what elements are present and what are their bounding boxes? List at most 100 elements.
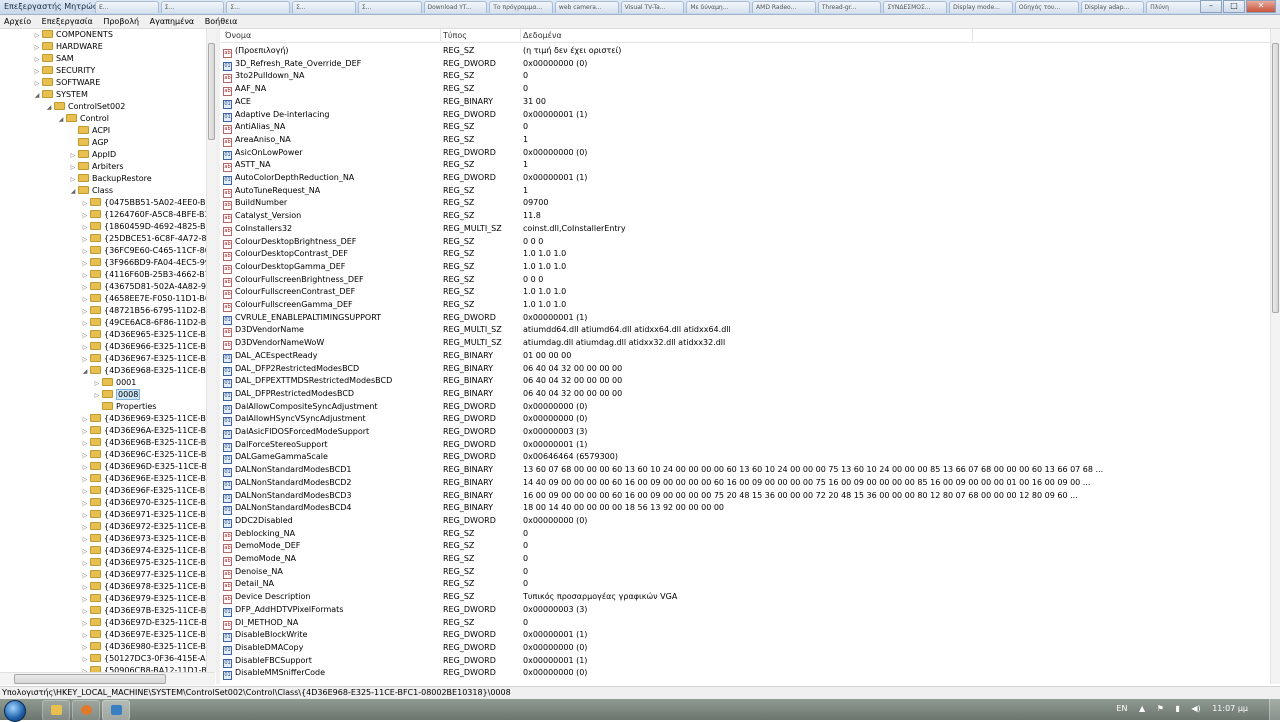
value-row[interactable]: DAL_DFP2RestrictedModesBCD REG_BINARY 06 4… — [221, 363, 1270, 376]
value-row[interactable]: Device Description REG_SZ Τυπικός προσαρμο… — [221, 591, 1270, 605]
tree-horizontal-scrollbar[interactable] — [0, 672, 215, 685]
tree-node[interactable]: ▷{4D36E967-E325-11CE-BFC1- — [80, 353, 206, 365]
column-header-name[interactable]: Όνομα — [225, 31, 251, 40]
tree-hscroll-thumb[interactable] — [14, 674, 166, 684]
tree-node[interactable]: ▷{4D36E978-E325-11CE-BFC1- — [80, 581, 206, 593]
value-row[interactable]: AreaAniso_NA REG_SZ 1 — [221, 134, 1270, 147]
tree-node[interactable]: ▷ HARDWARE — [32, 41, 103, 53]
value-row[interactable]: Detail_NA REG_SZ 0 — [221, 578, 1270, 592]
network-icon[interactable]: ▮ — [1175, 704, 1179, 713]
value-row[interactable]: ColourDesktopBrightness_DEF REG_SZ 0 0 0 — [221, 236, 1270, 249]
value-row[interactable]: DalAsicFIDOSForcedModeSupport REG_DWORD 0x… — [221, 426, 1270, 439]
browser-tab[interactable]: Thread-gr... — [817, 1, 882, 13]
tree-node[interactable]: ▷{4D36E977-E325-11CE-BFC1- — [80, 569, 206, 581]
tree-node[interactable]: ▷{4D36E971-E325-11CE-BFC1- — [80, 509, 206, 521]
tree-node[interactable]: ◢ SYSTEM — [32, 89, 88, 101]
tree-node[interactable]: ▷{4D36E966-E325-11CE-BFC1- — [80, 341, 206, 353]
value-row[interactable]: DemoMode_NA REG_SZ 0 — [221, 553, 1270, 566]
browser-tab[interactable]: ΣΥΝΔΕΣΜΟΣ... — [883, 1, 948, 13]
tree-vertical-scrollbar[interactable] — [206, 29, 216, 672]
value-row[interactable]: ASTT_NA REG_SZ 1 — [221, 159, 1270, 173]
value-row[interactable]: ColourDesktopContrast_DEF REG_SZ 1.0 1.0 1… — [221, 248, 1270, 262]
browser-tab[interactable]: Με δύναμη... — [686, 1, 751, 13]
tree-node[interactable]: ▷ BackupRestore — [68, 173, 152, 185]
value-row[interactable]: DisableDMACopy REG_DWORD 0x00000000 (0) — [221, 642, 1270, 655]
tree-expander-icon[interactable]: ◢ — [68, 186, 78, 198]
tree-node[interactable]: ▷{36FC9E60-C465-11CF-8056- — [80, 245, 206, 257]
tree-scroll-thumb[interactable] — [208, 43, 215, 140]
flag-icon[interactable]: ⚑ — [1157, 704, 1164, 713]
value-row[interactable]: CoInstallers32 REG_MULTI_SZ coinst.dll,CoI… — [221, 223, 1270, 236]
tree-node[interactable]: ◢ Control — [56, 113, 109, 125]
tree-node[interactable]: ▷{4D36E975-E325-11CE-BFC1- — [80, 557, 206, 569]
tree-node[interactable]: ▷{25DBCE51-6C8F-4A72-8A6D — [80, 233, 206, 245]
tree-expander-icon[interactable]: ◢ — [80, 366, 90, 378]
value-row[interactable]: DalAllowHSyncVSyncAdjustment REG_DWORD 0x0… — [221, 413, 1270, 427]
tree-node[interactable]: ACPI — [68, 125, 110, 137]
value-row[interactable]: DALNonStandardModesBCD3 REG_BINARY 16 00 0… — [221, 490, 1270, 503]
value-row[interactable]: AntiAlias_NA REG_SZ 0 — [221, 121, 1270, 135]
list-scroll-thumb[interactable] — [1272, 43, 1279, 313]
tree-expander-icon[interactable]: ◢ — [44, 102, 54, 114]
value-row[interactable]: Denoise_NA REG_SZ 0 — [221, 566, 1270, 579]
tree-node[interactable]: ▷{4D36E972-E325-11CE-BFC1- — [80, 521, 206, 533]
tree-node[interactable]: ◢ ControlSet002 — [44, 101, 125, 113]
tray-arrow-icon[interactable]: ▲ — [1139, 704, 1145, 713]
value-row[interactable]: D3DVendorNameWoW REG_MULTI_SZ atiumdag.dll… — [221, 337, 1270, 351]
browser-tab[interactable]: Visual TV-Ta... — [620, 1, 685, 13]
column-header-type[interactable]: Τύπος — [443, 31, 467, 40]
tree-node[interactable]: ◢ Class — [68, 185, 113, 197]
value-row[interactable]: DemoMode_DEF REG_SZ 0 — [221, 540, 1270, 554]
menu-help[interactable]: Βοήθεια — [201, 15, 242, 26]
value-row[interactable]: (Προεπιλογή) REG_SZ (η τιμή δεν έχει οριστ… — [221, 45, 1270, 58]
browser-tab[interactable]: Ε... — [95, 1, 159, 13]
value-row[interactable]: DALNonStandardModesBCD1 REG_BINARY 13 60 0… — [221, 464, 1270, 478]
tree-node[interactable]: ▷ SAM — [32, 53, 74, 65]
value-row[interactable]: DAL_DFPEXTTMDSRestrictedModesBCD REG_BINA… — [221, 375, 1270, 389]
volume-icon[interactable]: ◀) — [1191, 704, 1200, 713]
tree-node[interactable]: ▷{4D36E96D-E325-11CE-BFC1- — [80, 461, 206, 473]
values-list[interactable]: Όνομα Τύπος Δεδομένα (Προεπιλογή)REG_SZ(… — [221, 29, 1270, 684]
tree-node[interactable]: ▷{4D36E96B-E325-11CE-BFC1- — [80, 437, 206, 449]
value-row[interactable]: DDC2Disabled REG_DWORD 0x00000000 (0) — [221, 515, 1270, 528]
value-row[interactable]: AAF_NA REG_SZ 0 — [221, 83, 1270, 97]
tree-node[interactable]: ▷{43675D81-502A-4A82-9F84- — [80, 281, 206, 293]
tree-node[interactable]: ▷ 0001 — [92, 377, 136, 389]
tree-node[interactable]: ▷ SECURITY — [32, 65, 95, 77]
menu-favorites[interactable]: Αγαπημένα — [146, 15, 199, 26]
tree-node[interactable]: ▷{0475BB51-5A02-4EE0-B36C- — [80, 197, 206, 209]
value-row[interactable]: AsicOnLowPower REG_DWORD 0x00000000 (0) — [221, 147, 1270, 160]
browser-tab[interactable]: web camera... — [554, 1, 619, 13]
regedit-taskbar-button[interactable] — [102, 700, 130, 721]
tree-node[interactable]: ▷{4D36E96A-E325-11CE-BFC1- — [80, 425, 206, 437]
tree-node[interactable]: ▷{4D36E97D-E325-11CE-BFC1- — [80, 617, 206, 629]
tree-node[interactable]: ▷{48721B56-6795-11D2-B1A8- — [80, 305, 206, 317]
value-row[interactable]: DALNonStandardModesBCD4 REG_BINARY 18 00 1… — [221, 502, 1270, 516]
firefox-taskbar-button[interactable] — [72, 700, 100, 721]
browser-tab[interactable]: Σ... — [292, 1, 356, 13]
tree-node[interactable]: ▷{4D36E979-E325-11CE-BFC1- — [80, 593, 206, 605]
value-row[interactable]: BuildNumber REG_SZ 09700 — [221, 197, 1270, 211]
value-row[interactable]: DalForceStereoSupport REG_DWORD 0x00000001… — [221, 439, 1270, 452]
menu-file[interactable]: Αρχείο — [0, 15, 35, 26]
value-row[interactable]: D3DVendorName REG_MULTI_SZ atiumdd64.dll a… — [221, 324, 1270, 338]
minimize-button[interactable]: – — [1200, 0, 1222, 13]
value-row[interactable]: DAL_DFPRestrictedModesBCD REG_BINARY 06 40… — [221, 388, 1270, 401]
tree-node[interactable]: ▷{4D36E965-E325-11CE-BFC1- — [80, 329, 206, 341]
column-header-data[interactable]: Δεδομένα — [523, 31, 562, 40]
tree-node[interactable]: ▷ Arbiters — [68, 161, 124, 173]
tree-node[interactable]: ▷{4D36E96E-E325-11CE-BFC1- — [80, 473, 206, 485]
browser-tab[interactable]: Download YT... — [423, 1, 488, 13]
value-row[interactable]: DisableBlockWrite REG_DWORD 0x00000001 (1) — [221, 629, 1270, 643]
tree-node[interactable]: ▷{4D36E97B-E325-11CE-BFC1- — [80, 605, 206, 617]
tree-node[interactable]: ▷{1860459D-4692-4825-B761- — [80, 221, 206, 233]
tree-node[interactable]: ▷{4D36E969-E325-11CE-BFC1- — [80, 413, 206, 425]
value-row[interactable]: Catalyst_Version REG_SZ 11.8 — [221, 210, 1270, 224]
tree-node[interactable]: ▷{4D36E970-E325-11CE-BFC1- — [80, 497, 206, 509]
value-row[interactable]: DAL_ACEspectReady REG_BINARY 01 00 00 00 — [221, 350, 1270, 363]
tree-node[interactable]: ▷{4116F60B-25B3-4662-B732- — [80, 269, 206, 281]
start-button[interactable] — [4, 700, 26, 722]
clock[interactable]: 11:07 μμ — [1212, 704, 1248, 713]
browser-tab[interactable]: Σ... — [357, 1, 422, 13]
maximize-button[interactable]: □ — [1223, 0, 1245, 13]
